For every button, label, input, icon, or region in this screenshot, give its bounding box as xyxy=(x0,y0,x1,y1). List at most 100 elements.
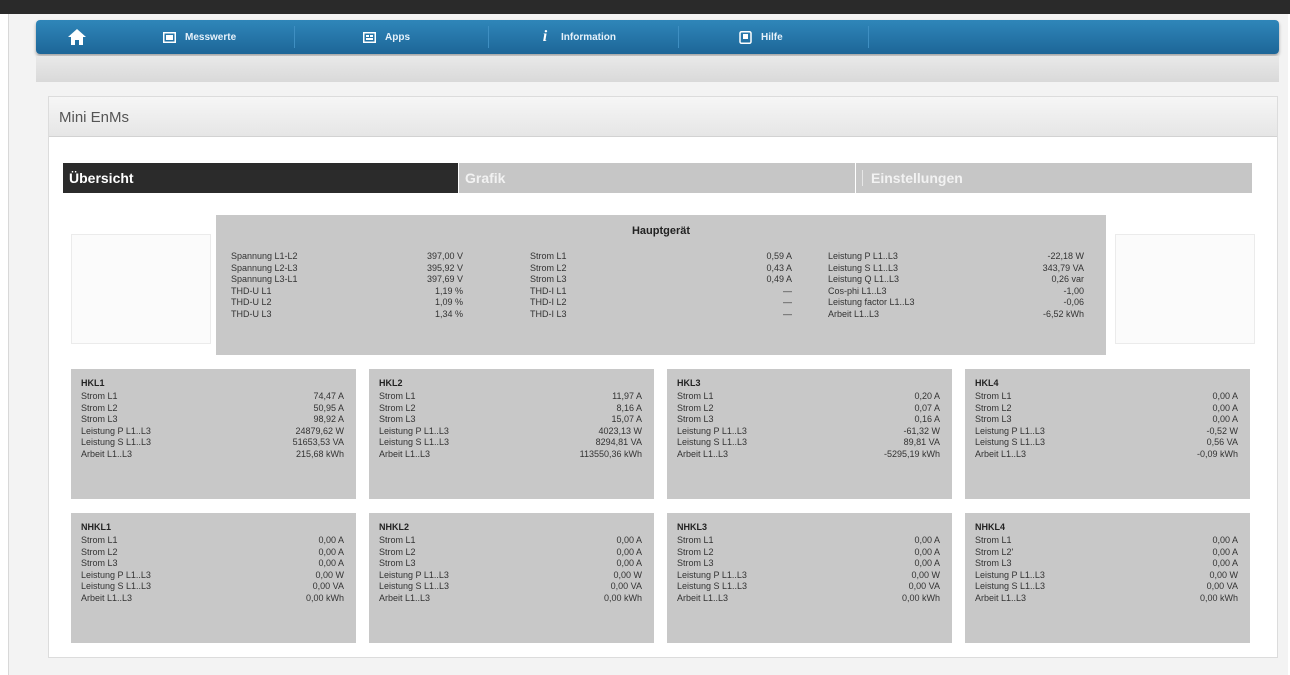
tab-label: Grafik xyxy=(465,170,506,186)
measurement-row: Spannung L1-L2 397,00 V xyxy=(231,251,463,261)
page-title: Mini EnMs xyxy=(59,109,130,126)
subdevice-title: NHKL4 xyxy=(975,522,1006,532)
nav-separator xyxy=(868,26,869,48)
measurement-row: Strom L3 0,00 A xyxy=(975,558,1238,568)
measurement-row: Strom L1 0,00 A xyxy=(81,535,344,545)
voltage-column: Spannung L1-L2 397,00 V Spannung L2-L3 395… xyxy=(231,251,463,320)
measurement-row: Arbeit L1..L3 0,00 kWh xyxy=(379,592,642,603)
nav-item-label: Messwerte xyxy=(185,31,237,43)
nav-item-apps[interactable]: Apps xyxy=(362,20,410,54)
measurement-row: Leistung P L1..L3 0,00 W xyxy=(975,569,1238,580)
measurement-row: Strom L3 0,00 A xyxy=(975,414,1238,424)
measurement-row: Leistung S L1..L3 51653,53 VA xyxy=(81,437,344,447)
measurement-row: Strom L2 0,43 A xyxy=(530,262,792,273)
tab-einstellungen[interactable]: Einstellungen xyxy=(856,163,1252,193)
measurement-row: Strom L2 0,00 A xyxy=(81,546,344,557)
measurement-row: THD-I L2— xyxy=(530,297,792,307)
measurement-row: Leistung S L1..L3 0,56 VA xyxy=(975,437,1238,447)
measurement-row: Leistung S L1..L3 0,00 VA xyxy=(677,581,940,591)
measurement-row: THD-U L3 1,34 % xyxy=(231,308,463,319)
main-panel: Mini EnMs Übersicht Grafik Einstellungen… xyxy=(48,96,1278,658)
main-device-title: Hauptgerät xyxy=(631,225,691,237)
measurement-row: Strom L3 15,07 A xyxy=(379,414,642,424)
measurement-row: Arbeit L1..L3 113550,36 kWh xyxy=(379,448,642,459)
subdevice-card-nhkl3: NHKL3 Strom L1 0,00 A Strom L2 0,00 A Stro… xyxy=(667,513,952,643)
tab-label: Übersicht xyxy=(69,170,134,186)
measurement-row: Strom L3 0,00 A xyxy=(81,558,344,568)
measurement-row: Leistung S L1..L3 0,00 VA xyxy=(379,581,642,591)
measurement-row: Strom L2 0,07 A xyxy=(677,402,940,413)
book-icon xyxy=(738,30,752,44)
subdevice-card-nhkl1: NHKL1 Strom L1 0,00 A Strom L2 0,00 A Stro… xyxy=(71,513,356,643)
measurement-row: Leistung S L1..L3 8294,81 VA xyxy=(379,437,642,447)
panel-header: Mini EnMs xyxy=(49,97,1277,137)
window-top-strip xyxy=(0,0,1290,14)
placeholder-box-right xyxy=(1115,234,1255,344)
measurement-row: Leistung S L1..L3 0,00 VA xyxy=(81,581,344,591)
tab-uebersicht[interactable]: Übersicht xyxy=(63,163,458,193)
nav-separator xyxy=(678,26,679,48)
subdevice-title: HKL2 xyxy=(379,378,403,388)
measurement-row: Strom L3 0,49 A xyxy=(530,274,792,284)
measurement-row: Leistung P L1..L3 0,00 W xyxy=(677,569,940,580)
subdevice-card-hkl3: HKL3 Strom L1 0,20 A Strom L2 0,07 A Strom… xyxy=(667,369,952,499)
subdevice-card-hkl1: HKL1 Strom L1 74,47 A Strom L2 50,95 A Str… xyxy=(71,369,356,499)
measurement-row: Leistung P L1..L3 -61,32 W xyxy=(677,425,940,436)
home-icon[interactable] xyxy=(66,27,88,47)
nav-item-label: Apps xyxy=(385,31,410,43)
measurement-row: Spannung L3-L1 397,69 V xyxy=(231,274,463,284)
measurement-row: Leistung factor L1..L3 -0,06 xyxy=(828,297,1084,307)
main-device-card: Hauptgerät Spannung L1-L2 397,00 V Spannu… xyxy=(216,215,1106,355)
measurement-row: Arbeit L1..L3 -0,09 kWh xyxy=(975,448,1238,459)
placeholder-box-left xyxy=(71,234,211,344)
measurement-row: THD-I L3— xyxy=(530,308,792,319)
measurement-row: Strom L3 0,00 A xyxy=(379,558,642,568)
subdevice-title: NHKL3 xyxy=(677,522,708,532)
current-column: Strom L1 0,59 A Strom L2 0,43 A Strom L3 0,… xyxy=(530,251,792,320)
measurement-row: Strom L3 0,00 A xyxy=(677,558,940,568)
measurement-row: Strom L3 98,92 A xyxy=(81,414,344,424)
measurement-row: Strom L1 0,59 A xyxy=(530,251,792,261)
subdevice-title: HKL1 xyxy=(81,378,105,388)
measurement-row: Leistung P L1..L3 -0,52 W xyxy=(975,425,1238,436)
info-icon: i xyxy=(542,28,548,45)
measurement-row: Strom L1 0,00 A xyxy=(379,535,642,545)
nav-item-hilfe[interactable]: Hilfe xyxy=(738,20,783,54)
subdevice-title: NHKL2 xyxy=(379,522,410,532)
measurement-row: Cos-phi L1..L3 -1,00 xyxy=(828,285,1084,296)
tab-label: Einstellungen xyxy=(871,170,963,186)
measurement-row: Strom L2 0,00 A xyxy=(379,546,642,557)
measurement-row: Arbeit L1..L3 -5295,19 kWh xyxy=(677,448,940,459)
nav-separator xyxy=(294,26,295,48)
measurement-row: Strom L3 0,16 A xyxy=(677,414,940,424)
measurement-row: Leistung P L1..L3 24879,62 W xyxy=(81,425,344,436)
tab-grafik[interactable]: Grafik xyxy=(459,163,855,193)
main-navbar: Messwerte Apps i Information Hilfe xyxy=(36,20,1279,54)
subdevice-card-nhkl2: NHKL2 Strom L1 0,00 A Strom L2 0,00 A Stro… xyxy=(369,513,654,643)
tab-separator xyxy=(862,170,863,186)
measurement-row: THD-U L1 1,19 % xyxy=(231,285,463,296)
measurement-row: Strom L1 0,00 A xyxy=(975,535,1238,545)
measurement-row: Strom L1 0,20 A xyxy=(677,391,940,401)
measurement-row: Strom L2' 0,00 A xyxy=(975,546,1238,557)
subdevice-title: HKL3 xyxy=(677,378,701,388)
measurement-row: Strom L1 0,00 A xyxy=(975,391,1238,401)
measurement-row: Leistung Q L1..L3 0,26 var xyxy=(828,274,1084,284)
measurement-row: Arbeit L1..L3 0,00 kWh xyxy=(975,592,1238,603)
measurement-row: Arbeit L1..L3 -6,52 kWh xyxy=(828,308,1084,319)
subdevice-title: HKL4 xyxy=(975,378,999,388)
secondary-toolbar xyxy=(36,56,1279,82)
nav-separator xyxy=(488,26,489,48)
nav-item-information[interactable]: i Information xyxy=(538,20,616,54)
apps-icon xyxy=(362,30,376,44)
nav-item-messwerte[interactable]: Messwerte xyxy=(162,20,236,54)
measurement-row: Leistung P L1..L3 0,00 W xyxy=(379,569,642,580)
measurement-row: Strom L2 0,00 A xyxy=(975,402,1238,413)
measurement-row: Leistung P L1..L3 0,00 W xyxy=(81,569,344,580)
tab-bar: Übersicht Grafik Einstellungen xyxy=(63,163,1252,193)
measurement-row: Strom L1 11,97 A xyxy=(379,391,642,401)
measurement-row: Leistung S L1..L3 343,79 VA xyxy=(828,262,1084,273)
measurement-row: Strom L2 0,00 A xyxy=(677,546,940,557)
subdevice-card-hkl4: HKL4 Strom L1 0,00 A Strom L2 0,00 A Strom… xyxy=(965,369,1250,499)
measurement-row: Leistung P L1..L3 -22,18 W xyxy=(828,251,1084,261)
